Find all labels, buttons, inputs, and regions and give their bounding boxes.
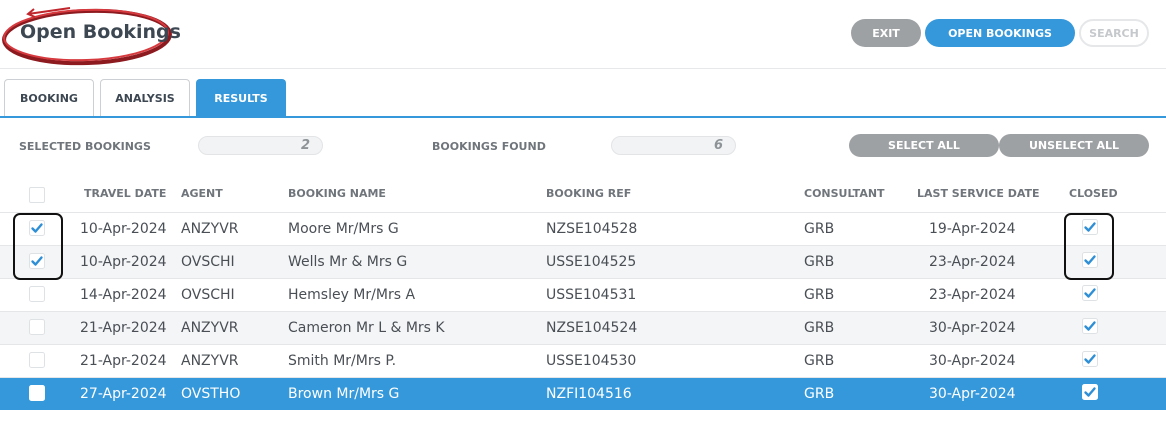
cell-travel-date: 27-Apr-2024 bbox=[80, 386, 167, 402]
header-divider bbox=[0, 68, 1166, 69]
row-select-checkbox[interactable] bbox=[29, 352, 45, 368]
cell-booking-name: Wells Mr & Mrs G bbox=[288, 254, 408, 270]
check-icon bbox=[1082, 285, 1098, 301]
search-button[interactable]: SEARCH bbox=[1079, 19, 1149, 47]
checkbox-empty-icon bbox=[29, 352, 45, 368]
cell-booking-ref: NZSE104524 bbox=[546, 320, 638, 336]
tab-analysis[interactable]: ANALYSIS bbox=[100, 79, 190, 116]
cell-booking-ref: USSE104525 bbox=[546, 254, 637, 270]
cell-booking-ref: USSE104530 bbox=[546, 353, 637, 369]
cell-travel-date: 10-Apr-2024 bbox=[80, 254, 167, 270]
selected-bookings-count: 2 bbox=[198, 136, 323, 155]
cell-agent: OVSCHI bbox=[181, 287, 235, 303]
row-select-checkbox[interactable] bbox=[29, 286, 45, 302]
closed-checkbox[interactable] bbox=[1082, 351, 1098, 367]
select-all-checkbox[interactable] bbox=[29, 187, 45, 203]
cell-agent: ANZYVR bbox=[181, 353, 239, 369]
column-header-consultant[interactable]: CONSULTANT bbox=[804, 187, 885, 200]
cell-last-service-date: 19-Apr-2024 bbox=[929, 221, 1016, 237]
table-row[interactable]: 10-Apr-2024 ANZYVR Moore Mr/Mrs G NZSE10452… bbox=[0, 212, 1166, 245]
cell-agent: ANZYVR bbox=[181, 320, 239, 336]
table-row[interactable]: 27-Apr-2024 OVSTHO Brown Mr/Mrs G NZFI10451… bbox=[0, 377, 1166, 410]
unselect-all-button[interactable]: UNSELECT ALL bbox=[999, 134, 1149, 157]
closed-checkbox[interactable] bbox=[1082, 285, 1098, 301]
tab-results[interactable]: RESULTS bbox=[196, 79, 286, 116]
column-header-last-service-date[interactable]: LAST SERVICE DATE bbox=[917, 187, 1040, 200]
cell-consultant: GRB bbox=[804, 353, 835, 369]
checkbox-empty-icon bbox=[29, 319, 45, 335]
cell-booking-name: Cameron Mr L & Mrs K bbox=[288, 320, 445, 336]
cell-consultant: GRB bbox=[804, 221, 835, 237]
cell-consultant: GRB bbox=[804, 254, 835, 270]
cell-agent: OVSCHI bbox=[181, 254, 235, 270]
exit-button[interactable]: EXIT bbox=[851, 19, 921, 47]
cell-booking-name: Moore Mr/Mrs G bbox=[288, 221, 399, 237]
tab-booking[interactable]: BOOKING bbox=[4, 79, 94, 116]
check-icon bbox=[1082, 384, 1098, 400]
cell-travel-date: 10-Apr-2024 bbox=[80, 221, 167, 237]
cell-last-service-date: 23-Apr-2024 bbox=[929, 287, 1016, 303]
check-icon bbox=[1082, 318, 1098, 334]
closed-column-annotation-box bbox=[1064, 213, 1114, 280]
cell-last-service-date: 23-Apr-2024 bbox=[929, 254, 1016, 270]
cell-booking-ref: NZFI104516 bbox=[546, 386, 632, 402]
selected-bookings-label: SELECTED BOOKINGS bbox=[19, 140, 151, 153]
page-title: Open Bookings bbox=[20, 21, 181, 43]
table-row[interactable]: 21-Apr-2024 ANZYVR Cameron Mr L & Mrs K NZS… bbox=[0, 311, 1166, 344]
cell-travel-date: 21-Apr-2024 bbox=[80, 320, 167, 336]
column-header-booking-name[interactable]: BOOKING NAME bbox=[288, 187, 386, 200]
cell-agent: OVSTHO bbox=[181, 386, 241, 402]
tab-underline bbox=[0, 116, 1166, 118]
cell-travel-date: 21-Apr-2024 bbox=[80, 353, 167, 369]
bookings-found-label: BOOKINGS FOUND bbox=[432, 140, 546, 153]
cell-booking-name: Smith Mr/Mrs P. bbox=[288, 353, 397, 369]
column-header-agent[interactable]: AGENT bbox=[181, 187, 223, 200]
cell-booking-name: Brown Mr/Mrs G bbox=[288, 386, 400, 402]
table-row[interactable]: 14-Apr-2024 OVSCHI Hemsley Mr/Mrs A USSE104… bbox=[0, 278, 1166, 311]
cell-consultant: GRB bbox=[804, 386, 835, 402]
open-bookings-button[interactable]: OPEN BOOKINGS bbox=[925, 19, 1075, 47]
checkbox-empty-icon bbox=[29, 286, 45, 302]
cell-consultant: GRB bbox=[804, 320, 835, 336]
cell-agent: ANZYVR bbox=[181, 221, 239, 237]
column-header-closed[interactable]: CLOSED bbox=[1069, 187, 1118, 200]
cell-travel-date: 14-Apr-2024 bbox=[80, 287, 167, 303]
cell-last-service-date: 30-Apr-2024 bbox=[929, 386, 1016, 402]
column-header-booking-ref[interactable]: BOOKING REF bbox=[546, 187, 631, 200]
table-row[interactable]: 10-Apr-2024 OVSCHI Wells Mr & Mrs G USSE104… bbox=[0, 245, 1166, 278]
closed-checkbox[interactable] bbox=[1082, 318, 1098, 334]
check-icon bbox=[1082, 351, 1098, 367]
closed-checkbox[interactable] bbox=[1082, 384, 1098, 400]
column-header-travel-date[interactable]: TRAVEL DATE bbox=[84, 187, 166, 200]
selected-rows-annotation-box bbox=[13, 213, 63, 280]
cell-consultant: GRB bbox=[804, 287, 835, 303]
cell-last-service-date: 30-Apr-2024 bbox=[929, 353, 1016, 369]
cell-booking-ref: USSE104531 bbox=[546, 287, 637, 303]
select-all-button[interactable]: SELECT ALL bbox=[849, 134, 999, 157]
cell-booking-name: Hemsley Mr/Mrs A bbox=[288, 287, 416, 303]
row-select-checkbox[interactable] bbox=[29, 319, 45, 335]
row-select-checkbox[interactable] bbox=[29, 385, 45, 401]
checkbox-empty-icon bbox=[29, 385, 45, 401]
bookings-found-count: 6 bbox=[611, 136, 736, 155]
cell-last-service-date: 30-Apr-2024 bbox=[929, 320, 1016, 336]
cell-booking-ref: NZSE104528 bbox=[546, 221, 638, 237]
table-row[interactable]: 21-Apr-2024 ANZYVR Smith Mr/Mrs P. USSE1045… bbox=[0, 344, 1166, 377]
